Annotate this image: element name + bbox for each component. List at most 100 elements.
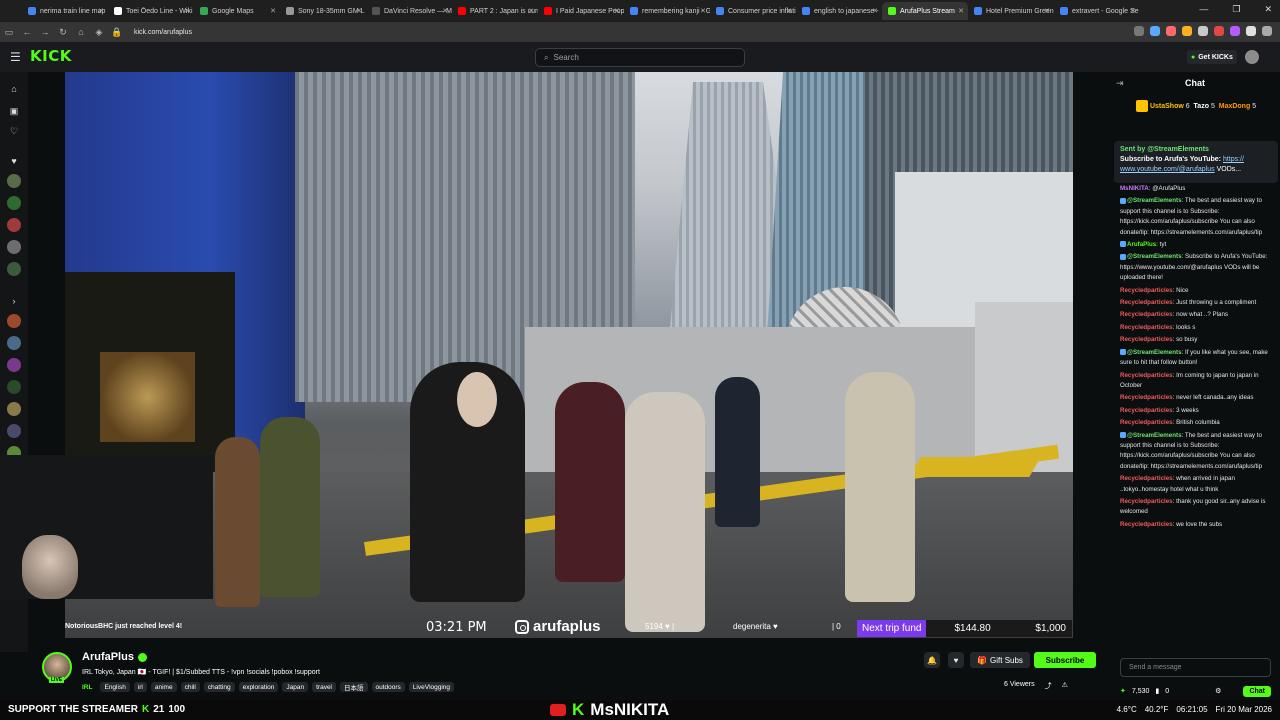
extension-icon[interactable] <box>1246 26 1256 36</box>
maximize-icon[interactable]: ❐ <box>1232 4 1240 15</box>
settings-icon[interactable]: ⚙ <box>1215 687 1221 695</box>
tag[interactable]: Japan <box>282 682 309 692</box>
browser-tab[interactable]: Sony 18-35mm GM L ✕ <box>280 2 366 20</box>
tag[interactable]: 日本語 <box>340 682 368 692</box>
channel-avatar[interactable] <box>7 196 21 210</box>
home-icon[interactable]: ⌂ <box>7 82 21 96</box>
avatar[interactable] <box>1245 50 1259 64</box>
hamburger-menu-icon[interactable]: ☰ <box>10 50 21 64</box>
category-tag[interactable]: IRL <box>82 682 96 692</box>
channel-avatar[interactable] <box>7 358 21 372</box>
chat-username[interactable]: Recycledparticles <box>1120 521 1173 528</box>
tag[interactable]: English <box>100 682 130 692</box>
tag[interactable]: chill <box>180 682 200 692</box>
tab-close-icon[interactable]: ✕ <box>184 7 190 15</box>
tab-close-icon[interactable]: ✕ <box>958 7 964 15</box>
tab-close-icon[interactable]: ✕ <box>1044 7 1050 15</box>
tag[interactable]: irl <box>133 682 147 692</box>
following-icon[interactable]: ♡ <box>7 124 21 138</box>
channel-name[interactable]: ArufaPlus <box>82 651 147 663</box>
more-icon[interactable]: ⚠ <box>1062 681 1068 691</box>
chat-username[interactable]: Recycledparticles <box>1120 475 1173 482</box>
channel-avatar[interactable] <box>7 240 21 254</box>
channel-avatar[interactable] <box>7 336 21 350</box>
browser-tab[interactable]: Toei Ōedo Line - Wiki ✕ <box>108 2 194 20</box>
url-field[interactable]: kick.com/arufaplus <box>134 29 192 36</box>
browser-tab[interactable]: remembering kanji - G ✕ <box>624 2 710 20</box>
browser-tab[interactable]: I Paid Japanese Peopl ✕ <box>538 2 624 20</box>
channel-avatar[interactable] <box>7 218 21 232</box>
shield-icon[interactable]: ◈ <box>90 27 108 38</box>
tab-close-icon[interactable]: ✕ <box>442 7 448 15</box>
chat-username[interactable]: Recycledparticles <box>1120 287 1173 294</box>
extension-icon[interactable] <box>1150 26 1160 36</box>
channel-avatar[interactable] <box>7 314 21 328</box>
menu-icon[interactable] <box>1262 26 1272 36</box>
reload-icon[interactable]: ↻ <box>54 27 72 38</box>
video-player[interactable] <box>65 72 1073 638</box>
tag[interactable]: outdoors <box>371 682 405 692</box>
kick-logo[interactable]: KICK <box>30 47 72 65</box>
get-kicks-button[interactable]: ● Get KICKs <box>1187 50 1237 64</box>
browser-tab[interactable]: Hotel Premium Green ✕ <box>968 2 1054 20</box>
heart-icon[interactable]: ♥ <box>7 154 21 168</box>
chat-username[interactable]: @StreamElements <box>1127 349 1182 356</box>
notification-bell-icon[interactable]: 🔔 <box>924 652 940 668</box>
pinned-message[interactable]: Sent by @StreamElements Subscribe to Aru… <box>1114 141 1278 183</box>
tag[interactable]: LiveVlogging <box>408 682 455 692</box>
browser-tab[interactable]: nerima train line map ✕ <box>22 2 108 20</box>
subscribe-button[interactable]: Subscribe <box>1034 652 1096 668</box>
chat-username[interactable]: @StreamElements <box>1127 197 1182 204</box>
channel-avatar[interactable] <box>7 380 21 394</box>
tab-close-icon[interactable]: ✕ <box>786 7 792 15</box>
chat-username[interactable]: Recycledparticles <box>1120 336 1173 343</box>
chat-username[interactable]: Recycledparticles <box>1120 407 1173 414</box>
chat-username[interactable]: Recycledparticles <box>1120 299 1173 306</box>
browser-tab[interactable]: english to japanese - ✕ <box>796 2 882 20</box>
share-icon[interactable]: ⤴ <box>1045 681 1052 691</box>
channel-avatar[interactable] <box>7 402 21 416</box>
chat-username[interactable]: ArufaPlus <box>1127 241 1156 248</box>
back-icon[interactable]: ← <box>18 27 36 37</box>
extension-icon[interactable] <box>1230 26 1240 36</box>
chat-input[interactable]: Send a message <box>1120 658 1271 677</box>
tab-close-icon[interactable]: ✕ <box>1130 7 1136 15</box>
chat-username[interactable]: Recycledparticles <box>1120 394 1173 401</box>
chat-username[interactable]: Recycledparticles <box>1120 372 1173 379</box>
channel-avatar[interactable] <box>7 424 21 438</box>
tag[interactable]: chatting <box>203 682 235 692</box>
extension-icon[interactable] <box>1198 26 1208 36</box>
channel-avatar[interactable] <box>7 174 21 188</box>
browser-tab[interactable]: ArufaPlus Stream ✕ <box>882 2 968 20</box>
home-icon[interactable]: ⌂ <box>72 27 90 37</box>
tab-close-icon[interactable]: ✕ <box>270 7 276 15</box>
forward-icon[interactable]: → <box>36 27 54 37</box>
chat-username[interactable]: Recycledparticles <box>1120 419 1173 426</box>
chat-username[interactable]: @StreamElements <box>1127 432 1182 439</box>
gift-subs-button[interactable]: 🎁 Gift Subs <box>970 652 1030 668</box>
chat-username[interactable]: @StreamElements <box>1127 253 1182 260</box>
tab-close-icon[interactable]: ✕ <box>872 7 878 15</box>
tab-close-icon[interactable]: ✕ <box>528 7 534 15</box>
extension-icon[interactable] <box>1214 26 1224 36</box>
extension-icon[interactable] <box>1182 26 1192 36</box>
tag[interactable]: anime <box>150 682 177 692</box>
minimize-icon[interactable]: — <box>1199 4 1208 15</box>
follow-heart-icon[interactable]: ♥ <box>948 652 964 668</box>
browser-tab[interactable]: DaVinci Resolve — M ✕ <box>366 2 452 20</box>
browser-tab[interactable]: PART 2 : Japan is curr ✕ <box>452 2 538 20</box>
tag[interactable]: travel <box>312 682 337 692</box>
expand-icon[interactable]: › <box>7 294 21 308</box>
tab-close-icon[interactable]: ✕ <box>614 7 620 15</box>
extension-icon[interactable] <box>1134 26 1144 36</box>
tag[interactable]: exploration <box>238 682 279 692</box>
chat-username[interactable]: Recycledparticles <box>1120 498 1173 505</box>
chat-username[interactable]: Recycledparticles <box>1120 324 1173 331</box>
chat-username[interactable]: Recycledparticles <box>1120 311 1173 318</box>
chat-send-button[interactable]: Chat <box>1243 685 1271 697</box>
browser-tab[interactable]: Consumer price inflati ✕ <box>710 2 796 20</box>
extension-icon[interactable] <box>1166 26 1176 36</box>
browser-tab[interactable]: extravert - Google Se ✕ <box>1054 2 1140 20</box>
tab-close-icon[interactable]: ✕ <box>356 7 362 15</box>
channel-avatar[interactable] <box>7 262 21 276</box>
